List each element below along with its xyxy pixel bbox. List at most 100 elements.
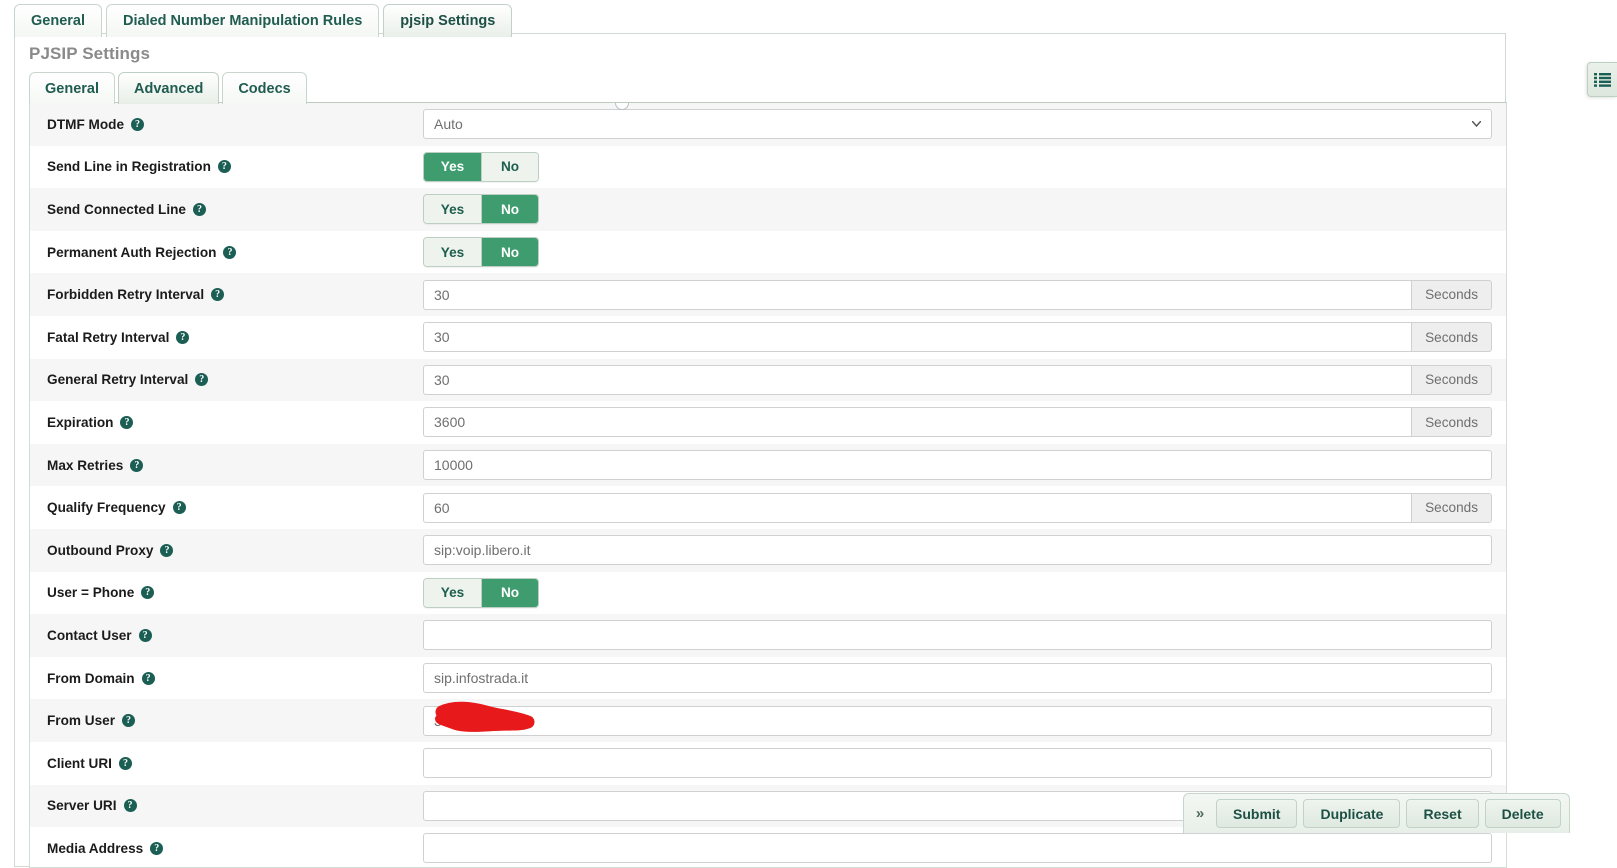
row-label-send-line-in-registration: Send Line in Registration? <box>47 159 423 174</box>
input-addon-fatal-retry-interval: Seconds <box>1411 322 1492 353</box>
input-addon-qualify-frequency: Seconds <box>1411 492 1492 523</box>
settings-row-user-phone: User = Phone? Yes No <box>30 571 1506 615</box>
help-icon[interactable]: ? <box>120 415 134 429</box>
input-media-address[interactable] <box>423 833 1492 864</box>
label-text: Max Retries <box>47 457 124 473</box>
inner-tab-general[interactable]: General <box>29 72 115 104</box>
reset-button[interactable]: Reset <box>1406 799 1479 828</box>
input-outbound-proxy[interactable] <box>423 535 1492 566</box>
outer-tab-dialed-number-manipulation-rules[interactable]: Dialed Number Manipulation Rules <box>106 4 380 37</box>
input-client-uri[interactable] <box>423 748 1492 779</box>
pjsip-settings-panel: PJSIP Settings General Advanced Codecs DTM… <box>14 33 1507 868</box>
help-icon[interactable]: ? <box>141 586 155 600</box>
input-from-domain[interactable] <box>423 663 1492 694</box>
toggle-send-connected-line-yes[interactable]: Yes <box>424 195 481 224</box>
help-icon[interactable]: ? <box>150 841 164 855</box>
settings-row-outbound-proxy: Outbound Proxy? <box>30 528 1506 572</box>
help-icon[interactable]: ? <box>118 756 132 770</box>
toggle-send-line-in-registration-no[interactable]: No <box>481 152 538 181</box>
row-field-expiration: Seconds <box>423 407 1492 438</box>
settings-row-from-domain: From Domain? <box>30 656 1506 700</box>
row-field-permanent-auth-rejection: Yes No <box>423 237 1492 268</box>
settings-row-contact-user: Contact User? <box>30 614 1506 657</box>
help-icon[interactable]: ? <box>123 799 137 813</box>
label-text: Contact User <box>47 627 132 643</box>
outer-tab-pjsip-settings[interactable]: pjsip Settings <box>383 4 513 37</box>
settings-row-client-uri: Client URI? <box>30 741 1506 785</box>
duplicate-button[interactable]: Duplicate <box>1303 799 1401 828</box>
label-text: From Domain <box>47 670 135 686</box>
label-text: Client URI <box>47 755 112 771</box>
input-contact-user[interactable] <box>423 620 1492 651</box>
help-icon[interactable]: ? <box>217 160 231 174</box>
label-text: Forbidden Retry Interval <box>47 287 205 303</box>
page-title: PJSIP Settings <box>29 44 151 63</box>
row-field-client-uri <box>423 748 1492 779</box>
select-dtmf-mode[interactable]: Auto <box>423 109 1492 140</box>
row-field-forbidden-retry-interval: Seconds <box>423 279 1492 310</box>
help-icon[interactable]: ? <box>160 543 174 557</box>
inner-tab-bar: General Advanced Codecs <box>29 72 307 104</box>
row-label-outbound-proxy: Outbound Proxy? <box>47 543 423 558</box>
label-text: Media Address <box>47 840 144 856</box>
row-label-server-uri: Server URI? <box>47 798 423 813</box>
input-fatal-retry-interval[interactable] <box>423 322 1412 353</box>
settings-row-fatal-retry-interval: Fatal Retry Interval? Seconds <box>30 315 1506 359</box>
settings-row-media-address: Media Address? <box>30 827 1506 867</box>
settings-row-qualify-frequency: Qualify Frequency? Seconds <box>30 486 1506 529</box>
toggle-send-connected-line[interactable]: Yes No <box>423 194 539 225</box>
label-text: Permanent Auth Rejection <box>47 244 217 260</box>
form-action-bar: » Submit Duplicate Reset Delete <box>1183 793 1570 833</box>
toggle-send-connected-line-no[interactable]: No <box>481 195 538 224</box>
input-forbidden-retry-interval[interactable] <box>423 279 1412 310</box>
label-text: User = Phone <box>47 585 135 601</box>
submit-button[interactable]: Submit <box>1216 799 1298 828</box>
row-label-media-address: Media Address? <box>47 841 423 856</box>
outer-tab-general[interactable]: General <box>14 4 102 37</box>
row-label-max-retries: Max Retries? <box>47 458 423 473</box>
side-menu-toggle[interactable] <box>1587 62 1617 97</box>
input-max-retries[interactable] <box>423 450 1492 481</box>
toggle-user-phone[interactable]: Yes No <box>423 577 539 608</box>
input-qualify-frequency[interactable] <box>423 492 1412 523</box>
input-general-retry-interval[interactable] <box>423 364 1412 395</box>
help-icon[interactable]: ? <box>172 501 186 515</box>
settings-row-from-user: From User? <box>30 699 1506 742</box>
help-icon[interactable]: ? <box>141 671 155 685</box>
input-expiration[interactable] <box>423 407 1412 438</box>
list-menu-icon <box>1594 72 1611 87</box>
row-label-forbidden-retry-interval: Forbidden Retry Interval? <box>47 287 423 302</box>
help-icon[interactable]: ? <box>176 330 190 344</box>
help-icon[interactable]: ? <box>122 714 135 728</box>
settings-row-max-retries: Max Retries? <box>30 443 1506 487</box>
toggle-permanent-auth-rejection-no[interactable]: No <box>481 238 538 267</box>
row-field-send-connected-line: Yes No <box>423 194 1492 225</box>
help-icon[interactable]: ? <box>211 288 225 302</box>
row-label-expiration: Expiration? <box>47 415 423 430</box>
row-field-qualify-frequency: Seconds <box>423 492 1492 523</box>
input-from-user[interactable] <box>423 705 1492 736</box>
help-icon[interactable]: ? <box>195 373 209 387</box>
settings-row-forbidden-retry-interval: Forbidden Retry Interval? Seconds <box>30 273 1506 316</box>
expand-actions-icon[interactable]: » <box>1190 805 1210 822</box>
help-icon[interactable]: ? <box>192 202 206 216</box>
toggle-send-line-in-registration[interactable]: Yes No <box>423 151 539 182</box>
label-text: DTMF Mode <box>47 116 125 132</box>
help-icon[interactable]: ? <box>131 117 145 131</box>
row-field-fatal-retry-interval: Seconds <box>423 322 1492 353</box>
row-label-send-connected-line: Send Connected Line? <box>47 202 423 217</box>
toggle-permanent-auth-rejection-yes[interactable]: Yes <box>424 238 481 267</box>
help-icon[interactable]: ? <box>223 245 237 259</box>
row-label-client-uri: Client URI? <box>47 756 423 771</box>
inner-tab-codecs[interactable]: Codecs <box>222 72 307 104</box>
toggle-permanent-auth-rejection[interactable]: Yes No <box>423 237 539 268</box>
inner-tab-advanced[interactable]: Advanced <box>118 72 220 104</box>
row-label-fatal-retry-interval: Fatal Retry Interval? <box>47 330 423 345</box>
delete-button[interactable]: Delete <box>1484 799 1561 828</box>
help-icon[interactable]: ? <box>138 628 152 642</box>
row-label-qualify-frequency: Qualify Frequency? <box>47 500 423 515</box>
toggle-send-line-in-registration-yes[interactable]: Yes <box>424 152 481 181</box>
toggle-user-phone-no[interactable]: No <box>481 578 538 607</box>
help-icon[interactable]: ? <box>130 458 144 472</box>
toggle-user-phone-yes[interactable]: Yes <box>424 578 481 607</box>
